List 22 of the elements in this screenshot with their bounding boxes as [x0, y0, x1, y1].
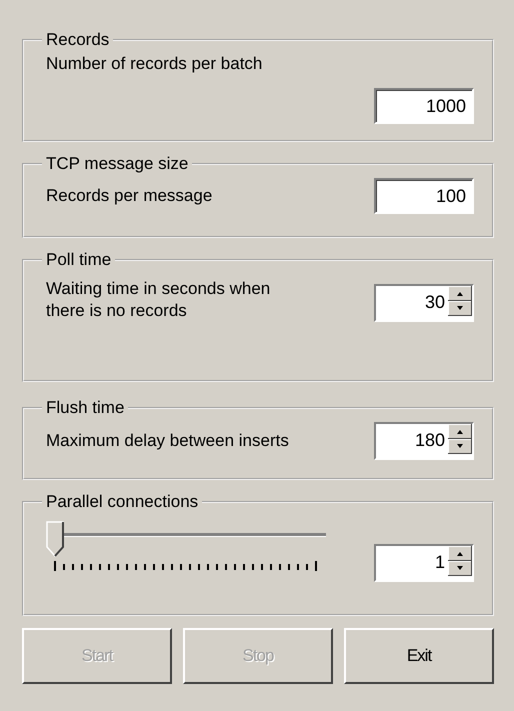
spin-field[interactable]: 1	[374, 544, 474, 582]
field-label: Records per message	[46, 186, 212, 206]
spin-up-icon[interactable]	[448, 546, 472, 561]
field-label: Waiting time in seconds when there is no records	[46, 278, 272, 322]
spin-up-icon[interactable]	[448, 424, 472, 439]
spin-up-icon[interactable]	[448, 286, 472, 301]
group-title: Parallel connections	[45, 492, 200, 512]
field-label: Maximum delay between inserts	[46, 431, 289, 451]
action-button[interactable]: Exit	[344, 628, 494, 684]
group-title: Records	[45, 30, 110, 50]
group-title: TCP message size	[45, 154, 190, 174]
spin-field[interactable]: 180	[374, 422, 474, 460]
group-title: Poll time	[45, 250, 112, 270]
spin-down-icon[interactable]	[448, 301, 472, 316]
spin-down-icon[interactable]	[448, 439, 472, 454]
number-field[interactable]: 100	[374, 178, 474, 214]
spin-field[interactable]: 30	[374, 284, 474, 322]
spin-down-icon[interactable]	[448, 561, 472, 576]
number-field[interactable]: 1000	[374, 88, 474, 124]
field-label: Number of records per batch	[46, 54, 262, 74]
group-title: Flush time	[45, 398, 126, 418]
slider-thumb[interactable]	[46, 521, 64, 557]
